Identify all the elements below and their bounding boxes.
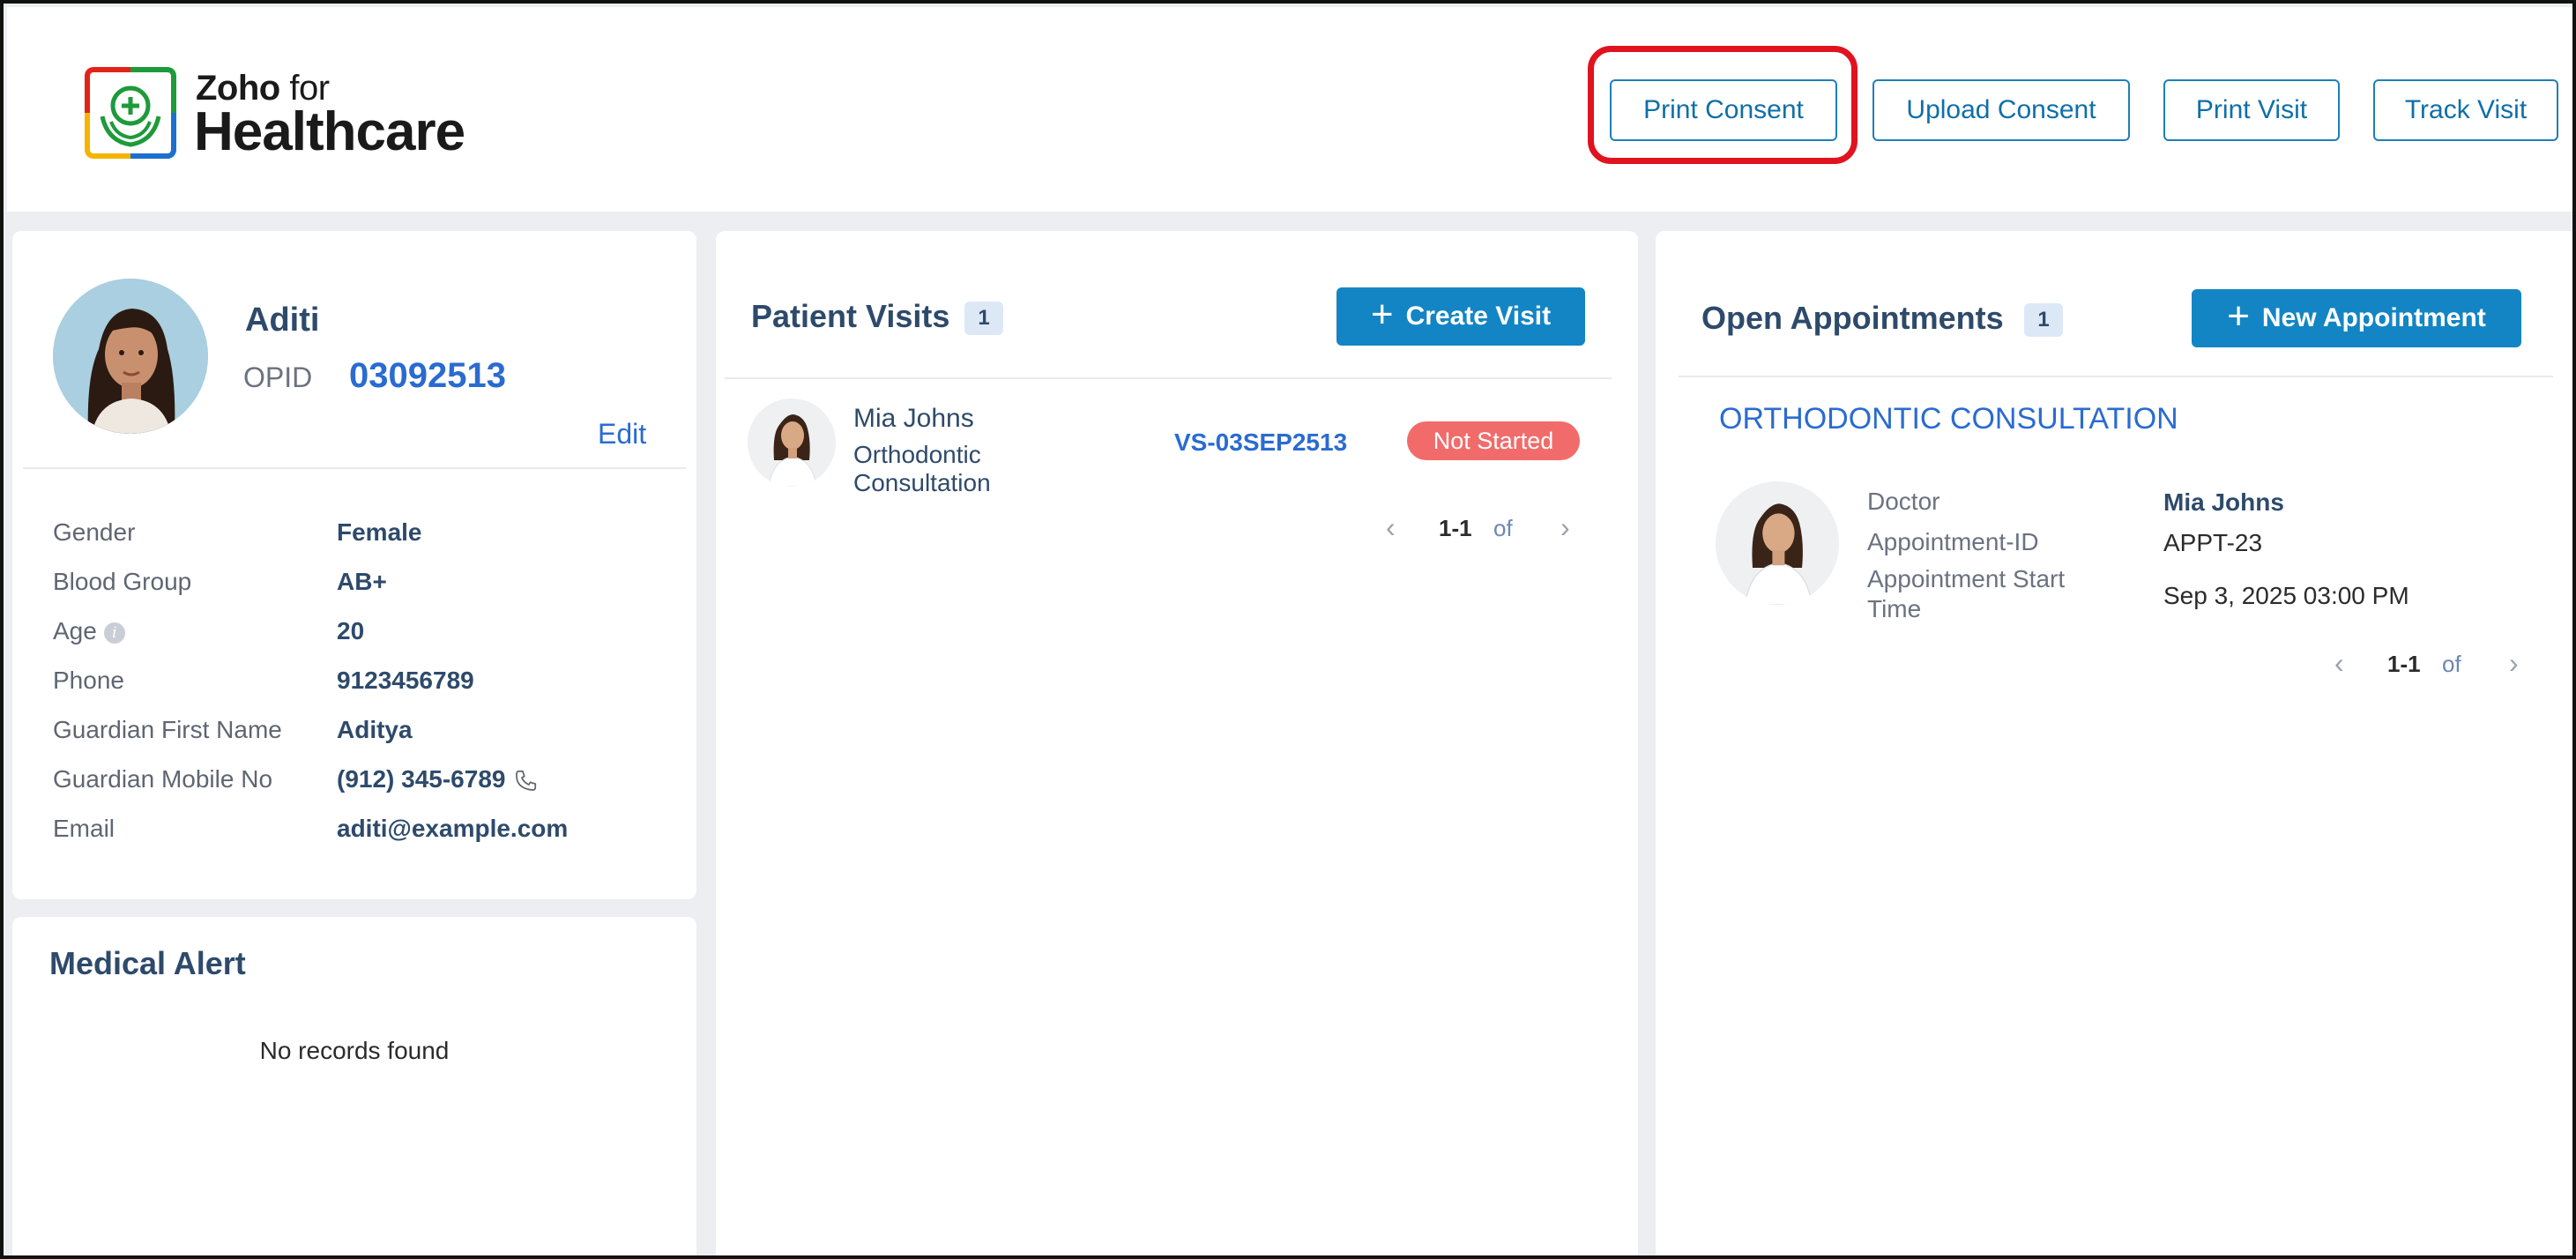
- doctor-photo-icon: [1716, 481, 1839, 605]
- medical-alert-empty: No records found: [259, 1037, 450, 1064]
- doctor-photo-icon: [748, 399, 836, 487]
- appointments-divider: [1679, 376, 2553, 377]
- brand-logo[interactable]: Zoho for Healthcare: [81, 63, 487, 168]
- info-icon[interactable]: i: [103, 622, 125, 644]
- blood-group-value: AB+: [337, 568, 387, 595]
- patient-name: Aditi: [245, 302, 320, 339]
- info-row-guardian-name: Guardian First Name Aditya: [53, 716, 670, 760]
- info-row-guardian-mobile: Guardian Mobile No (912) 345-6789: [53, 765, 670, 809]
- info-row-blood-group: Blood Group AB+: [53, 568, 670, 612]
- patient-visits-card: Patient Visits 1 + Create Visit Mia John…: [716, 231, 1638, 1255]
- new-appointment-button[interactable]: + New Appointment: [2192, 289, 2521, 347]
- track-visit-button[interactable]: Track Visit: [2373, 79, 2558, 141]
- visits-divider: [725, 377, 1612, 379]
- plus-icon: +: [2227, 294, 2250, 338]
- appointments-count-badge: 1: [2024, 303, 2063, 337]
- age-label-group: Age i: [53, 617, 125, 645]
- email-label: Email: [53, 815, 115, 842]
- appointment-id-label: Appointment-ID: [1867, 528, 2039, 555]
- guardian-name-label: Guardian First Name: [53, 716, 282, 743]
- patient-photo-icon: [53, 279, 208, 434]
- create-visit-label: Create Visit: [1405, 302, 1552, 331]
- visits-pager-range: 1-1: [1439, 515, 1472, 541]
- new-appointment-label: New Appointment: [2261, 303, 2486, 332]
- phone-icon[interactable]: [512, 768, 539, 794]
- appointment-id-value: APPT-23: [2163, 529, 2263, 556]
- status-badge: Not Started: [1407, 421, 1580, 460]
- gender-label: Gender: [53, 518, 136, 546]
- guardian-mobile-value: (912) 345-6789: [337, 765, 506, 793]
- brand-healthcare-text: Healthcare: [194, 101, 465, 162]
- patient-visits-title: Patient Visits: [751, 298, 950, 334]
- info-row-age: Age i 20: [53, 617, 670, 661]
- appointment-start-label: Appointment Start Time: [1867, 565, 2066, 622]
- chevron-left-icon[interactable]: ‹: [1386, 511, 1396, 544]
- doctor-avatar: [1716, 481, 1839, 605]
- gender-value: Female: [337, 518, 422, 546]
- print-visit-button[interactable]: Print Visit: [2163, 79, 2340, 141]
- medical-alert-title: Medical Alert: [49, 945, 246, 981]
- email-value[interactable]: aditi@example.com: [337, 815, 568, 843]
- phone-label: Phone: [53, 667, 124, 694]
- visits-pager: ‹ 1-1 of ›: [1386, 511, 1597, 547]
- opid-label: OPID: [243, 361, 313, 393]
- appointments-pager: ‹ 1-1 of ›: [2334, 647, 2546, 682]
- visits-count-badge: 1: [964, 302, 1003, 335]
- visit-id-link[interactable]: VS-03SEP2513: [1174, 428, 1347, 457]
- doctor-label: Doctor: [1867, 488, 1940, 515]
- guardian-mobile-label: Guardian Mobile No: [53, 765, 273, 793]
- highlight-ring: [1588, 46, 1858, 164]
- chevron-right-icon[interactable]: ›: [1560, 511, 1570, 544]
- plus-icon: +: [1370, 293, 1394, 336]
- edit-patient-link[interactable]: Edit: [598, 418, 646, 451]
- open-appointments-title: Open Appointments: [1701, 300, 2004, 336]
- age-value: 20: [337, 617, 365, 644]
- patient-avatar: [53, 279, 208, 434]
- top-header: Zoho for Healthcare Print Consent Upload…: [7, 7, 2572, 212]
- healthcare-logo-icon: [85, 67, 176, 159]
- create-visit-button[interactable]: + Create Visit: [1336, 287, 1585, 346]
- info-row-phone: Phone 9123456789: [53, 667, 670, 711]
- appointments-pager-range: 1-1: [2387, 651, 2421, 677]
- phone-value: 9123456789: [337, 667, 474, 694]
- visit-type: Orthodontic Consultation: [853, 441, 991, 496]
- appointment-start-value: Sep 3, 2025 03:00 PM: [2163, 582, 2409, 609]
- upload-consent-button[interactable]: Upload Consent: [1872, 79, 2130, 141]
- guardian-name-value: Aditya: [337, 716, 413, 743]
- blood-group-label: Blood Group: [53, 568, 192, 595]
- doctor-avatar: [748, 399, 836, 487]
- chevron-right-icon[interactable]: ›: [2509, 647, 2519, 680]
- info-row-email: Email aditi@example.com: [53, 815, 670, 859]
- medical-alert-card: Medical Alert No records found: [12, 917, 696, 1255]
- doctor-value: Mia Johns: [2163, 488, 2284, 516]
- age-label: Age: [53, 617, 97, 644]
- visit-doctor-name: Mia Johns: [853, 404, 974, 433]
- opid-value: 03092513: [349, 356, 506, 395]
- appointment-title[interactable]: ORTHODONTIC CONSULTATION: [1719, 402, 2178, 436]
- app-frame: Zoho for Healthcare Print Consent Upload…: [0, 0, 2576, 1259]
- chevron-left-icon[interactable]: ‹: [2334, 647, 2344, 680]
- patient-profile-card: Aditi OPID 03092513 Edit Gender Female B…: [12, 231, 696, 899]
- appointments-pager-of: of: [2442, 651, 2461, 677]
- open-appointments-card: Open Appointments 1 + New Appointment OR…: [1656, 231, 2572, 1255]
- visits-pager-of: of: [1493, 515, 1513, 541]
- profile-divider: [23, 467, 686, 469]
- info-row-gender: Gender Female: [53, 518, 670, 562]
- guardian-mobile-group: (912) 345-6789: [337, 765, 539, 794]
